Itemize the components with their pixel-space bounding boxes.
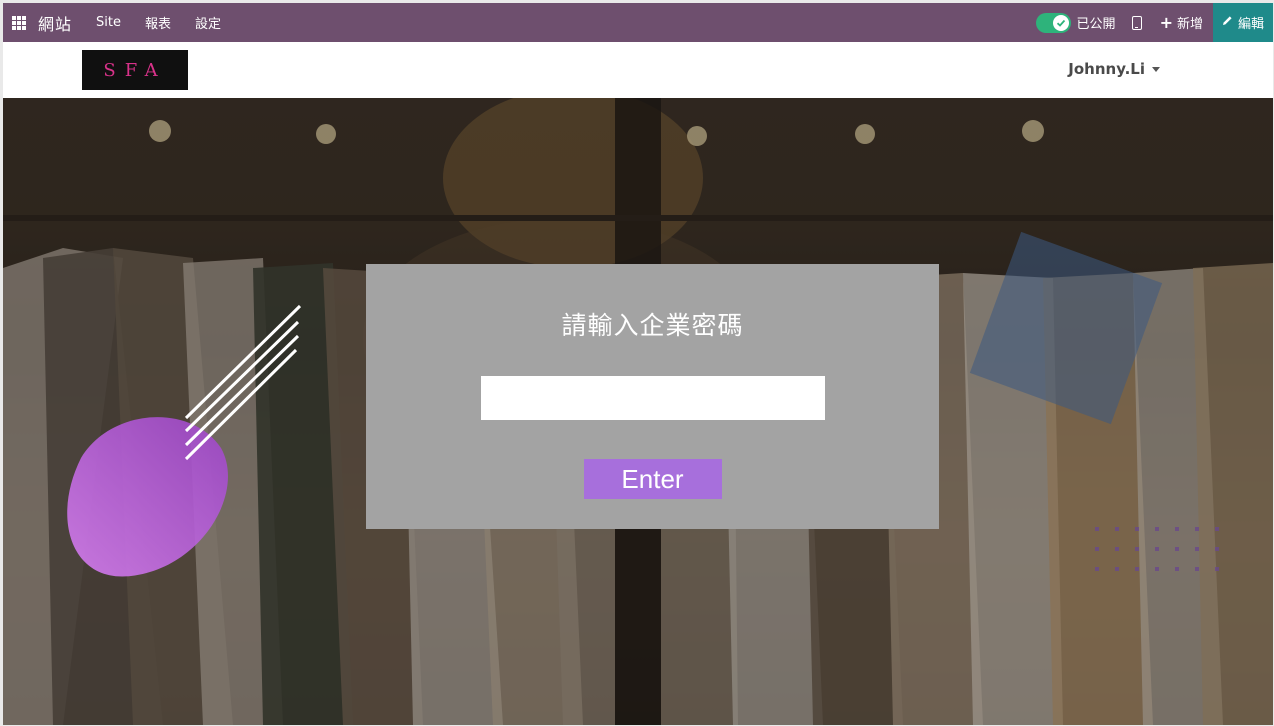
company-password-input[interactable] bbox=[480, 376, 825, 420]
new-label: 新增 bbox=[1176, 17, 1203, 32]
app-brand[interactable]: 網站 bbox=[38, 11, 72, 35]
user-name: Johnny.Li bbox=[1068, 60, 1145, 78]
enter-button[interactable]: Enter bbox=[583, 459, 722, 499]
form-title: 請輸入企業密碼 bbox=[561, 311, 744, 340]
hero-section: 請輸入企業密碼 Enter bbox=[3, 98, 1273, 725]
plus-icon: + bbox=[1159, 12, 1173, 32]
admin-navbar: 網站 Site 報表 設定 已公開 + 新增 編輯 bbox=[3, 3, 1273, 42]
apps-icon[interactable] bbox=[12, 15, 26, 30]
user-menu[interactable]: Johnny.Li bbox=[1068, 60, 1160, 78]
pencil-icon bbox=[1222, 15, 1233, 30]
edit-button[interactable]: 編輯 bbox=[1212, 3, 1273, 42]
menu-site[interactable]: Site bbox=[96, 15, 121, 30]
decorative-dots bbox=[1095, 527, 1219, 571]
publish-toggle[interactable] bbox=[1035, 12, 1071, 33]
new-button[interactable]: + 新增 bbox=[1160, 13, 1203, 32]
menu-reports[interactable]: 報表 bbox=[145, 13, 171, 32]
site-logo[interactable]: SFA bbox=[82, 50, 188, 90]
browser-viewport: 網站 Site 報表 設定 已公開 + 新增 編輯 SFA Johnny.Li … bbox=[3, 3, 1273, 725]
caret-down-icon bbox=[1152, 66, 1160, 72]
check-icon bbox=[1056, 19, 1065, 27]
edit-label: 編輯 bbox=[1237, 17, 1264, 32]
published-label: 已公開 bbox=[1076, 17, 1116, 32]
site-header: SFA Johnny.Li bbox=[3, 42, 1273, 98]
decorative-stripes bbox=[184, 304, 302, 461]
company-password-form: 請輸入企業密碼 Enter bbox=[366, 264, 939, 529]
menu-settings[interactable]: 設定 bbox=[195, 13, 221, 32]
mobile-icon[interactable] bbox=[1131, 15, 1142, 30]
